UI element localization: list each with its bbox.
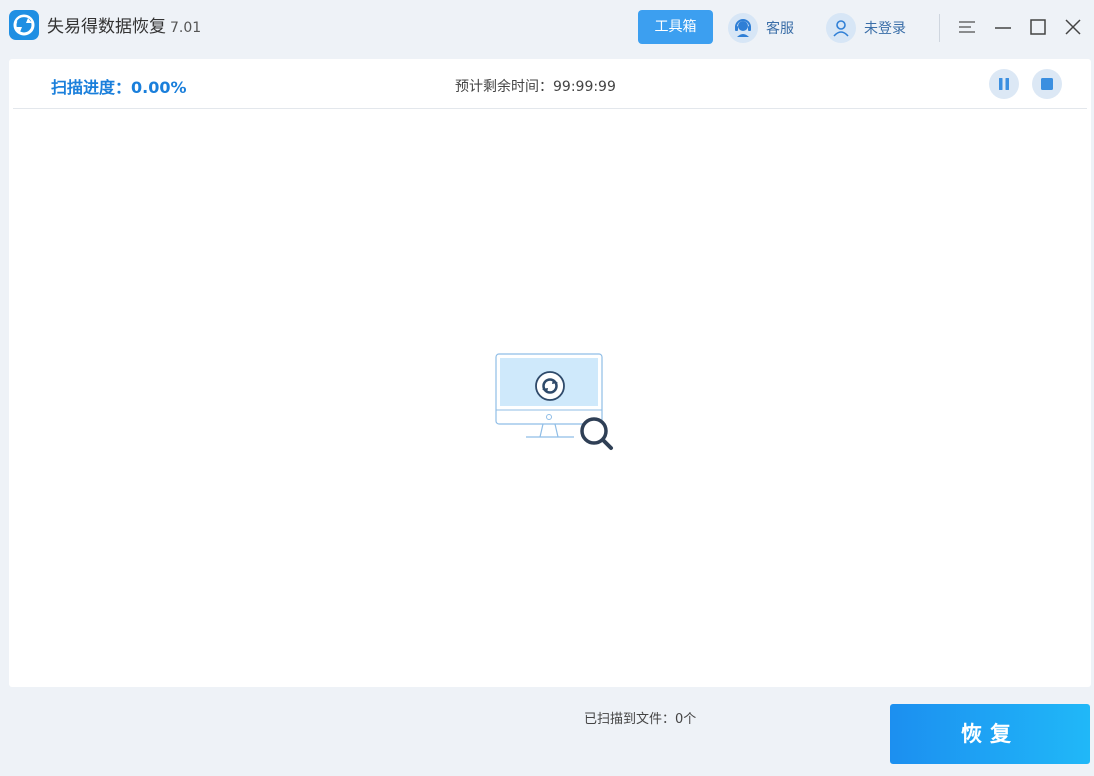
- recover-button[interactable]: 恢复: [890, 704, 1090, 764]
- app-logo-icon: [9, 10, 39, 40]
- customer-service-label: 客服: [766, 21, 794, 37]
- monitor-search-icon: [494, 352, 614, 452]
- app-version: 7.01: [170, 20, 202, 36]
- close-icon[interactable]: [1063, 17, 1083, 37]
- login-button[interactable]: 未登录: [826, 12, 906, 44]
- pause-icon: [999, 78, 1009, 90]
- pause-button[interactable]: [989, 69, 1019, 99]
- app-window: 失易得数据恢复 7.01 工具箱 客服 未登录 扫描进度：0.00% 预计剩余时…: [0, 0, 1094, 776]
- title-bar: 失易得数据恢复 7.01 工具箱 客服 未登录: [0, 0, 1094, 56]
- title-divider: [939, 14, 940, 42]
- files-found-count: 已扫描到文件：0个: [584, 712, 697, 727]
- maximize-icon[interactable]: [1028, 17, 1048, 37]
- customer-service-icon: [728, 13, 758, 43]
- app-title: 失易得数据恢复 7.01: [47, 16, 201, 39]
- minimize-icon[interactable]: [993, 17, 1013, 37]
- menu-icon[interactable]: [957, 17, 977, 37]
- toolbox-button[interactable]: 工具箱: [638, 10, 713, 44]
- customer-service-button[interactable]: 客服: [728, 12, 794, 44]
- stop-button[interactable]: [1032, 69, 1062, 99]
- scan-progress: 扫描进度：0.00%: [51, 78, 187, 97]
- header-divider: [13, 108, 1087, 109]
- scan-header: 扫描进度：0.00% 预计剩余时间：99:99:99: [9, 59, 1091, 108]
- scan-panel: 扫描进度：0.00% 预计剩余时间：99:99:99: [9, 59, 1091, 687]
- remaining-time: 预计剩余时间：99:99:99: [455, 79, 616, 95]
- user-icon: [826, 13, 856, 43]
- stop-icon: [1041, 78, 1053, 90]
- login-label: 未登录: [864, 21, 906, 37]
- app-name: 失易得数据恢复: [47, 17, 166, 37]
